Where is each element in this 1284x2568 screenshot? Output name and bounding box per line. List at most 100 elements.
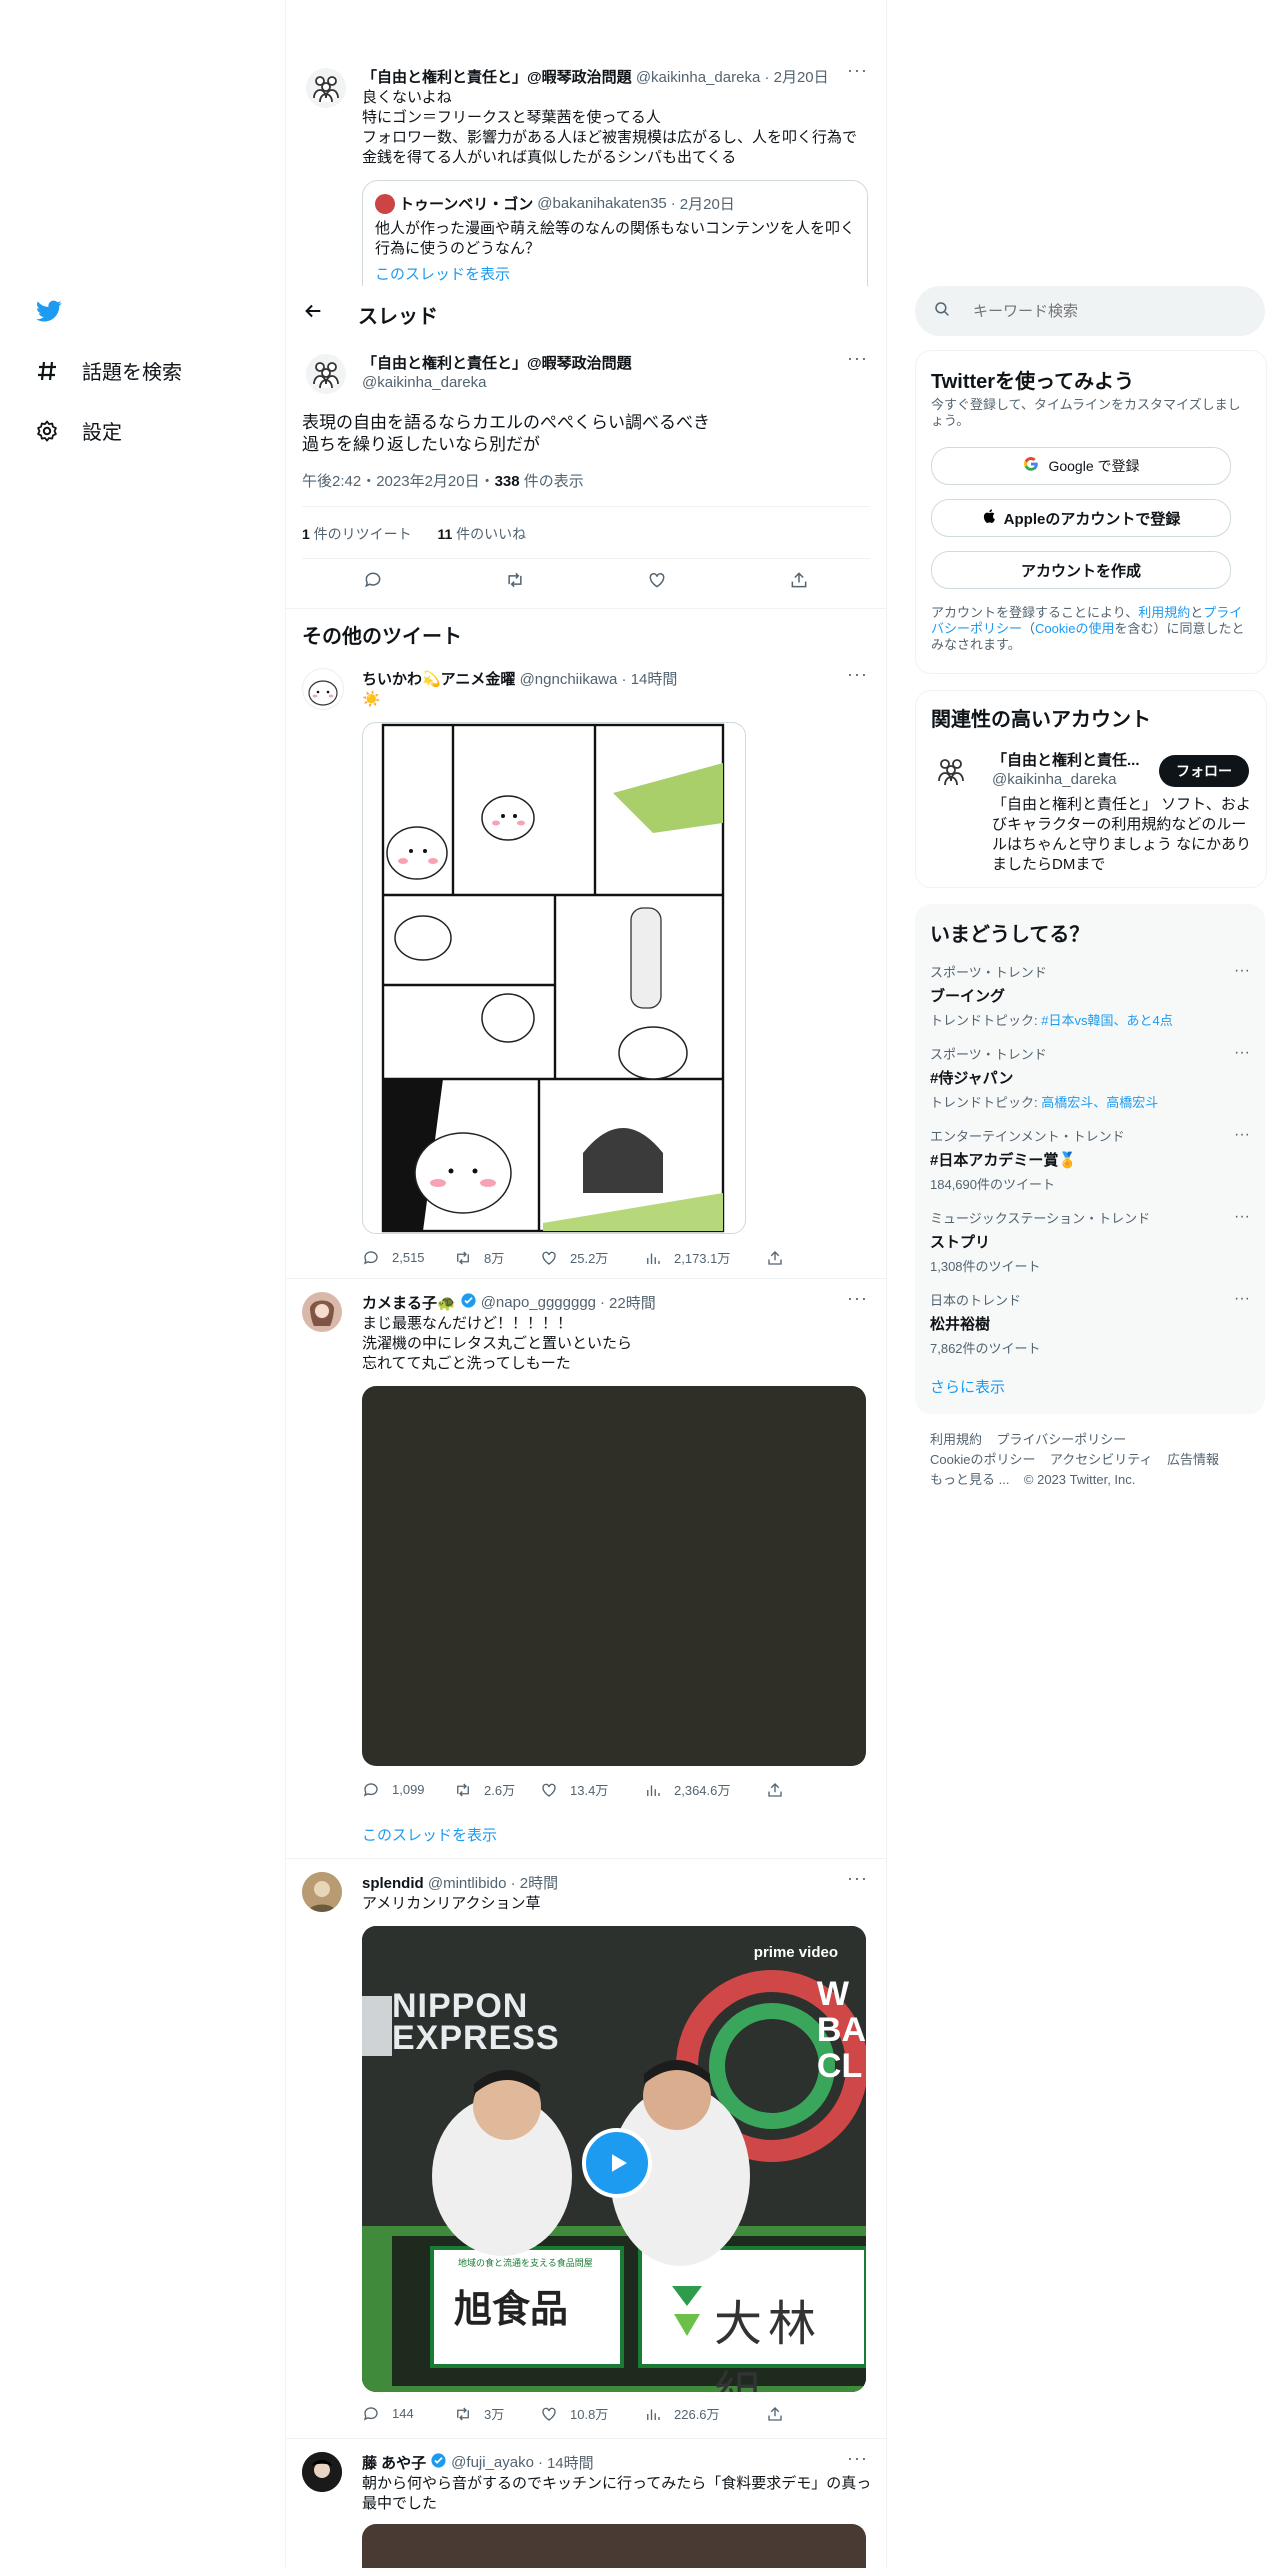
footer-terms-link[interactable]: 利用規約 [930,1432,982,1447]
more-icon[interactable]: ··· [1234,962,1250,980]
trend-item[interactable]: ミュージックステーション・トレンド ストプリ 1,308件のツイート ··· [930,1208,1250,1275]
author-name[interactable]: splendid [362,1875,424,1892]
retweet-button[interactable]: 2.6万 [454,1780,540,1799]
back-arrow-icon[interactable] [302,300,326,324]
avatar[interactable] [302,668,344,710]
reply-icon[interactable] [363,570,383,595]
more-icon[interactable]: ··· [847,1868,868,1889]
author-handle[interactable]: @kaikinha_dareka [636,69,760,86]
more-icon[interactable]: ··· [1234,1290,1250,1308]
reply-button[interactable]: 1,099 [362,1780,454,1799]
follow-button[interactable]: フォロー [1159,755,1249,787]
like-icon[interactable] [647,570,667,595]
views-count: 338 [494,473,520,490]
twitter-logo-icon[interactable] [34,298,64,324]
video-board-small: 地域の食と流通を支える食品問屋 [458,2258,593,2268]
timeline-tweet[interactable]: splendid @mintlibido · 2時間 ··· アメリカンリアクシ… [286,1860,886,2440]
retweet-button[interactable]: 3万 [454,2404,540,2423]
more-icon[interactable]: ··· [847,60,868,81]
related-handle[interactable]: @kaikinha_dareka [992,771,1116,788]
timeline-tweet[interactable]: 藤 あや子 @fuji_ayako · 14時間 ··· 朝から何やら音がするの… [286,2440,886,2568]
like-button[interactable]: 13.4万 [540,1780,644,1799]
apple-signup-button[interactable]: Appleのアカウントで登録 [931,499,1231,537]
footer-ads-link[interactable]: 広告情報 [1167,1452,1219,1467]
timeline-tweet[interactable]: カメまる子🐢 @napo_ggggggg · 22時間 ··· まじ最悪なんだけ… [286,1280,886,1860]
trend-item[interactable]: エンターテインメント・トレンド #日本アカデミー賞🏅 184,690件のツイート… [930,1126,1250,1193]
more-icon[interactable]: ··· [847,2448,868,2469]
author-handle[interactable]: @mintlibido [428,1875,507,1892]
search-bar[interactable] [915,286,1265,336]
tweet-text: まじ最悪なんだけど！！！！！ 洗濯機の中にレタス丸ごと置いといたら 忘れてて丸ご… [362,1315,633,1372]
author-name[interactable]: カメまる子🐢 [362,1292,456,1313]
views-button[interactable]: 226.6万 [644,2404,766,2423]
tweet-timestamp[interactable]: 午後2:42・2023年2月20日・ [302,473,495,490]
show-thread-link[interactable]: このスレッドを表示 [362,1824,497,1845]
footer-more-link[interactable]: もっと見る ... [930,1472,1009,1487]
timeline-tweet[interactable]: ちいかわ💫アニメ金曜 @ngnchiikawa · 14時間 ··· ☀️ 2,… [286,660,886,1280]
trend-item[interactable]: 日本のトレンド 松井裕樹 7,862件のツイート ··· [930,1290,1250,1357]
footer-accessibility-link[interactable]: アクセシビリティ [1050,1452,1153,1467]
more-icon[interactable]: ··· [1234,1208,1250,1226]
tweet-time[interactable]: 14時間 [547,2452,594,2473]
tweet-time[interactable]: 22時間 [609,1292,656,1313]
avatar[interactable] [302,1872,342,1912]
like-button[interactable]: 10.8万 [540,2404,644,2423]
google-signup-button[interactable]: Google で登録 [931,447,1231,485]
author-name[interactable]: 藤 あや子 [362,2452,426,2473]
more-icon[interactable]: ··· [1234,1044,1250,1062]
trend-item[interactable]: スポーツ・トレンド #侍ジャパン トレンドトピック: 高橋宏斗、高橋宏斗 ··· [930,1044,1250,1111]
reply-button[interactable]: 2,515 [362,1248,454,1267]
show-more-link[interactable]: さらに表示 [930,1376,1005,1397]
more-icon[interactable]: ··· [847,348,868,369]
like-button[interactable]: 25.2万 [540,1248,644,1267]
quote-tweet[interactable]: トゥーンベリ・ゴン @bakanihakaten35 · 2月20日 他人が作っ… [362,180,868,302]
footer-privacy-link[interactable]: プライバシーポリシー [996,1432,1126,1447]
thread-parent-tweet[interactable]: 「自由と権利と責任と」@暇琴政治問題 @kaikinha_dareka · 2月… [286,58,886,302]
play-button-icon[interactable] [582,2128,652,2198]
views-button[interactable]: 2,173.1万 [644,1248,766,1267]
more-icon[interactable]: ··· [847,664,868,685]
retweet-icon[interactable] [505,570,525,595]
related-name[interactable]: 「自由と権利と責任... [992,749,1142,770]
tweet-time[interactable]: 14時間 [631,671,678,688]
tweet-image[interactable] [362,2524,866,2568]
views-button[interactable]: 2,364.6万 [644,1780,766,1799]
avatar[interactable] [931,751,971,791]
author-name[interactable]: 「自由と権利と責任と」@暇琴政治問題 [362,352,632,373]
show-thread-link[interactable]: このスレッドを表示 [375,263,510,284]
avatar[interactable] [306,68,346,108]
nav-explore[interactable]: 話題を検索 [34,356,182,385]
reply-button[interactable]: 144 [362,2404,454,2423]
author-handle[interactable]: @kaikinha_dareka [362,374,486,391]
author-handle[interactable]: @napo_ggggggg [481,1294,596,1311]
share-button[interactable] [766,1248,858,1267]
footer-cookie-link[interactable]: Cookieのポリシー [930,1452,1035,1467]
retweet-button[interactable]: 8万 [454,1248,540,1267]
tweet-image[interactable] [362,722,746,1234]
avatar[interactable] [302,2452,342,2492]
share-button[interactable] [766,2404,858,2423]
tweet-time[interactable]: 2時間 [520,1875,558,1892]
author-name[interactable]: 「自由と権利と責任と」@暇琴政治問題 [362,69,632,86]
share-button[interactable] [766,1780,858,1799]
author-name[interactable]: ちいかわ💫アニメ金曜 [362,671,515,688]
share-icon[interactable] [789,570,809,595]
search-input[interactable] [971,301,1245,321]
tweet-video[interactable]: prime video NIPPON EXPRESS W BA CL 地域の食と… [362,1926,866,2392]
trend-item[interactable]: スポーツ・トレンド ブーイング トレンドトピック: #日本vs韓国、あと4点 ·… [930,962,1250,1029]
cookie-link[interactable]: Cookieの使用 [1035,621,1114,636]
tweet-time[interactable]: 2月20日 [774,69,829,86]
avatar[interactable] [302,1292,342,1332]
author-handle[interactable]: @fuji_ayako [451,2454,534,2471]
retweets-stat[interactable]: 1 件のリツイート [302,526,412,542]
more-icon[interactable]: ··· [1234,1126,1250,1144]
terms-link[interactable]: 利用規約 [1138,605,1190,620]
avatar[interactable] [306,354,346,394]
author-handle[interactable]: @ngnchiikawa [520,671,618,688]
more-icon[interactable]: ··· [847,1288,868,1309]
nav-settings[interactable]: 設定 [34,416,122,445]
tweet-video[interactable] [362,1386,866,1766]
likes-stat[interactable]: 11 件のいいね [437,526,526,542]
create-account-button[interactable]: アカウントを作成 [931,551,1231,589]
views-label: 件の表示 [519,473,584,490]
